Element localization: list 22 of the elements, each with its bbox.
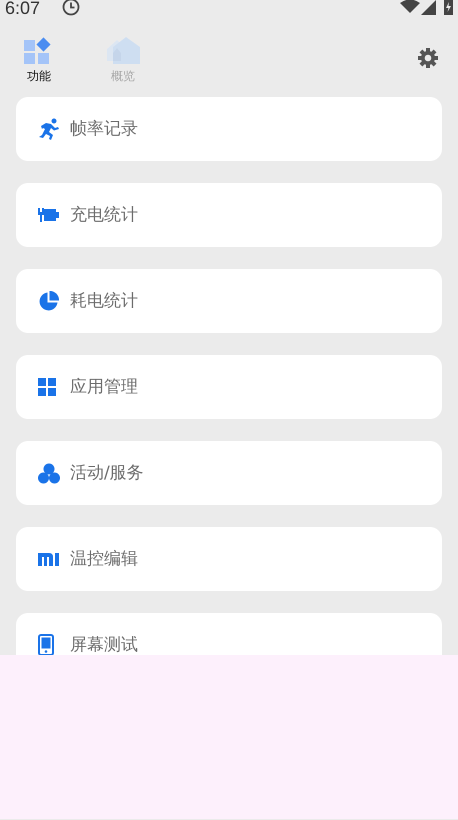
clock-icon [62, 0, 80, 16]
menu-card[interactable]: 温控编辑 [16, 527, 442, 591]
battery-icon [444, 0, 453, 15]
menu-card[interactable]: 耗电统计 [16, 269, 442, 333]
nav-tab[interactable]: 功能 [16, 37, 62, 84]
house-icon [106, 37, 140, 65]
settings-icon[interactable] [418, 48, 438, 68]
wifi-icon [400, 0, 420, 13]
menu-card[interactable]: 屏幕测试 [16, 613, 442, 655]
plug-battery-icon [38, 207, 60, 223]
tiles-icon [38, 378, 56, 396]
three-circles-icon [38, 462, 60, 484]
status-time: 6:07 [5, 0, 40, 17]
menu-card[interactable]: 充电统计 [16, 183, 442, 247]
phone-icon [38, 634, 54, 655]
runner-icon [38, 118, 60, 140]
signal-icon [421, 0, 436, 14]
menu-card[interactable]: 帧率记录 [16, 97, 442, 161]
pie-chart-icon [38, 290, 59, 312]
menu-card[interactable]: 应用管理 [16, 355, 442, 419]
menu-card[interactable]: 活动/服务 [16, 441, 442, 505]
mi-logo-icon [38, 552, 59, 566]
